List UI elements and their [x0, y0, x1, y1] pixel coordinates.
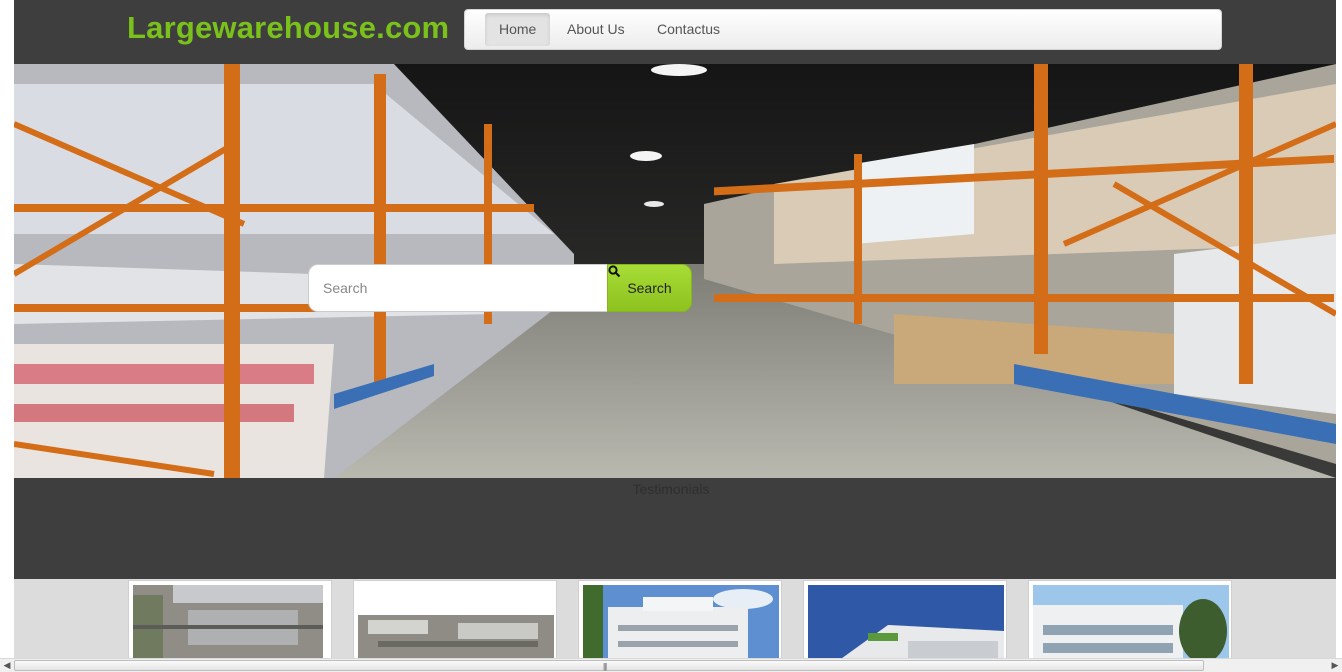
nav-home[interactable]: Home	[485, 13, 551, 46]
search-bar: Search	[308, 264, 692, 312]
aerial-industrial-photo	[133, 585, 323, 659]
magnifier-icon	[608, 265, 621, 278]
hero-banner: Search	[14, 64, 1336, 478]
search-button-label: Search	[627, 280, 672, 296]
testimonials-heading: Testimonials	[632, 481, 710, 497]
nav-about-us[interactable]: About Us	[553, 13, 639, 46]
scrollbar-thumb[interactable]: |||	[14, 660, 1204, 671]
scroll-right-icon[interactable]: ▶	[1328, 659, 1342, 672]
gallery-thumb-5[interactable]	[1028, 580, 1232, 660]
industrial-park-photo	[358, 585, 554, 659]
glass-office-building-photo	[808, 585, 1004, 659]
scroll-left-icon[interactable]: ◀	[0, 659, 14, 672]
office-building-photo	[583, 585, 779, 659]
top-navbar: Home About Us Contactus	[464, 9, 1222, 50]
gallery-thumb-1[interactable]	[128, 580, 332, 660]
search-button[interactable]: Search	[607, 264, 692, 312]
nav-contact-us[interactable]: Contactus	[643, 13, 734, 46]
horizontal-scrollbar[interactable]: ◀ ||| ▶	[0, 658, 1342, 672]
grip-icon: |||	[603, 662, 607, 671]
search-input[interactable]	[308, 264, 608, 312]
gallery-thumb-3[interactable]	[578, 580, 782, 660]
gallery-thumb-4[interactable]	[803, 580, 1007, 660]
gallery-thumb-2[interactable]	[353, 580, 557, 660]
white-office-building-photo	[1033, 585, 1229, 659]
site-logo[interactable]: Largewarehouse.com	[127, 10, 449, 46]
